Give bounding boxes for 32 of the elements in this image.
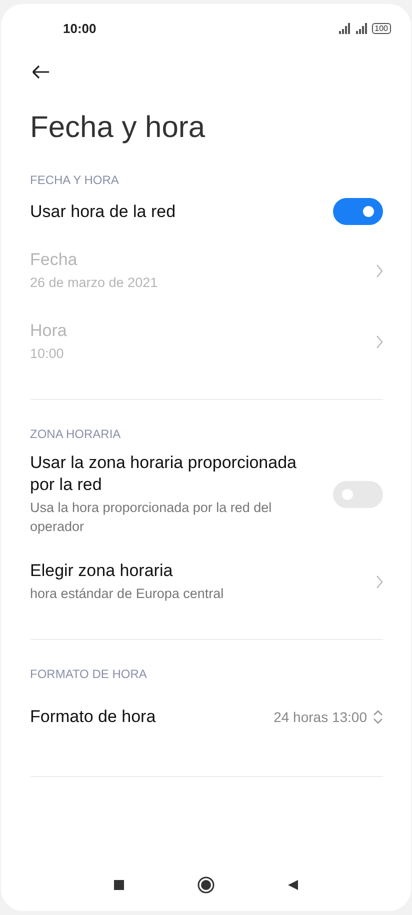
battery-indicator: 100 [372, 22, 391, 34]
section-header: FECHA Y HORA [30, 172, 120, 188]
page-title: Fecha y hora [30, 110, 206, 146]
chevron-right-icon [376, 264, 383, 278]
back-arrow-icon[interactable] [31, 64, 51, 80]
section-header: FORMATO DE HORA [30, 666, 148, 682]
home-icon[interactable] [197, 876, 215, 894]
row-title: Elegir zona horaria [30, 560, 174, 582]
signal-icon [354, 22, 368, 34]
row-title: Fecha [30, 249, 78, 271]
row-subtitle: 26 de marzo de 2021 [30, 274, 159, 292]
row-title: Usar la zona horaria proporcionada por la red [30, 452, 298, 496]
row-subtitle: Usa la hora proporcionada por la red del operador [30, 499, 273, 536]
settings-row[interactable]: Formato de hora 24 horas 13:00 [30, 682, 383, 754]
row-title: Usar hora de la red [30, 200, 177, 222]
row-title: Formato de hora [30, 706, 157, 728]
settings-row[interactable]: Usar la zona horaria proporcionada por la red Usa la hora proporcionada por la red del operador [30, 442, 383, 546]
toggle-switch[interactable] [333, 198, 383, 225]
signal-icon [338, 22, 351, 34]
row-subtitle: 10:00 [30, 345, 65, 363]
up-down-icon [373, 709, 383, 725]
status-time: 10:00 [63, 20, 96, 36]
row-value: 24 horas 13:00 [274, 709, 367, 725]
chevron-right-icon [376, 334, 383, 348]
settings-row[interactable]: Usar hora de la red [30, 188, 383, 235]
settings-row[interactable]: Elegir zona horaria hora estándar de Europa central [30, 546, 383, 617]
recents-icon[interactable] [113, 879, 125, 891]
section-header: ZONA HORARIA [30, 426, 122, 442]
chevron-right-icon [376, 574, 383, 588]
row-subtitle: hora estándar de Europa central [30, 585, 225, 603]
back-icon[interactable] [287, 879, 299, 891]
row-title: Hora [30, 320, 68, 342]
